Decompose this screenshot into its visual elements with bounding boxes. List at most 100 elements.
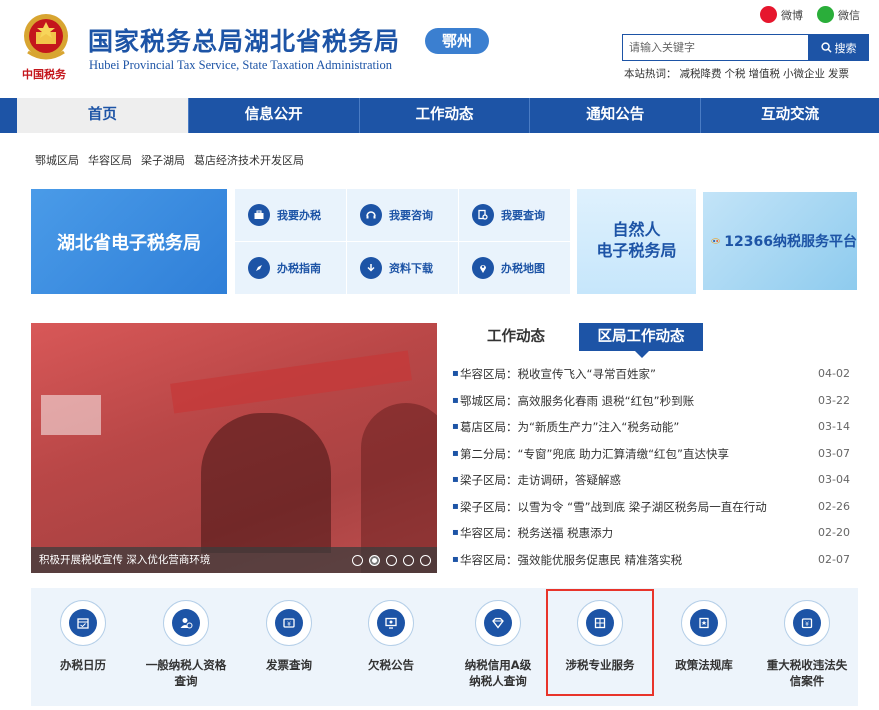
diamond-icon [484, 609, 512, 637]
site-header: 中国税务 国家税务总局湖北省税务局 Hubei Provincial Tax S… [0, 0, 879, 98]
hotline-logo-icon [711, 238, 721, 244]
news-title[interactable]: 梁子区局：以雪为令 “雪”战到底 梁子湖区税务局一直在行动 [460, 494, 816, 521]
slide-dot[interactable] [386, 555, 397, 566]
hotword[interactable]: 发票 [828, 68, 849, 80]
hotword[interactable]: 个税 [725, 68, 746, 80]
district-link[interactable]: 鄂城区局 [35, 152, 79, 168]
bullet-icon: ▪ [452, 553, 459, 565]
hotwords-label: 本站热词： [624, 68, 677, 80]
bullet-icon: ▪ [452, 474, 459, 485]
news-title[interactable]: 第二分局：“专窗”兜底 助力汇算清缴“红包”直达快享 [460, 441, 816, 468]
hotline-label: 12366纳税服务平台 [724, 234, 857, 250]
search-doc-icon [472, 204, 494, 226]
news-list: ▪ 华容区局：税收宣传飞入“寻常百姓家” 04-02 ▪ 鄂城区局：高效服务化春雨 退… [452, 361, 850, 573]
quick-label: 我要咨询 [389, 209, 433, 222]
slide-dot-active[interactable] [369, 555, 380, 566]
slide-pagination [352, 555, 431, 566]
quick-label: 资料下载 [389, 262, 433, 275]
service-label: 重大税收违法失信案件 [766, 658, 848, 688]
news-item[interactable]: ▪ 鄂城区局：高效服务化春雨 退税“红包”秒到账 03-22 [452, 388, 850, 415]
service-invoice-query[interactable]: ¥ 发票查询 [235, 600, 343, 673]
quick-do-tax[interactable]: 我要办税 [235, 189, 346, 241]
service-circle: ¥ [784, 600, 830, 646]
service-circle [163, 600, 209, 646]
quick-guide[interactable]: 办税指南 [235, 242, 346, 294]
service-general-taxpayer[interactable]: 一般纳税人资格查询 [129, 600, 243, 689]
compass-icon [248, 257, 270, 279]
personal-etax-line2: 电子税务局 [596, 241, 677, 260]
news-title[interactable]: 梁子区局：走访调研，答疑解惑 [460, 467, 816, 494]
bullet-icon: ▪ [452, 500, 459, 512]
news-item[interactable]: ▪ 华容区局：强效能优服务促惠民 精准落实税 02-07 [452, 547, 850, 574]
news-title[interactable]: 葛店区局：为“新质生产力”注入“税务动能” [460, 414, 816, 441]
calendar-icon [69, 609, 97, 637]
news-title[interactable]: 华容区局：强效能优服务促惠民 精准落实税 [460, 547, 816, 574]
tax-emblem-icon [24, 14, 68, 60]
news-title[interactable]: 华容区局：税务送福 税惠添力 [460, 520, 816, 547]
news-item[interactable]: ▪ 华容区局：税收宣传飞入“寻常百姓家” 04-02 [452, 361, 850, 388]
news-slideshow[interactable]: 积极开展税收宣传 深入优化营商环境 [31, 323, 437, 573]
news-item[interactable]: ▪ 葛店区局：为“新质生产力”注入“税务动能” 03-14 [452, 414, 850, 441]
news-item[interactable]: ▪ 梁子区局：以雪为令 “雪”战到底 梁子湖区税务局一直在行动 02-26 [452, 494, 850, 521]
tab-work-news[interactable]: 工作动态 [458, 323, 574, 351]
search-icon [820, 42, 832, 53]
quick-label: 办税地图 [501, 262, 545, 275]
slide-dot[interactable] [352, 555, 363, 566]
quick-service-grid: 我要办税 我要咨询 我要查询 办税指南 资料下载 办税地图 [235, 189, 571, 294]
quick-download[interactable]: 资料下载 [347, 242, 458, 294]
nav-home[interactable]: 首页 [17, 98, 188, 133]
search-button[interactable]: 搜索 [808, 34, 869, 61]
nav-notice[interactable]: 通知公告 [529, 98, 700, 133]
service-tax-calendar[interactable]: 办税日历 [29, 600, 137, 673]
news-item[interactable]: ▪ 梁子区局：走访调研，答疑解惑 03-04 [452, 467, 850, 494]
news-date: 03-14 [818, 420, 850, 433]
news-title[interactable]: 华容区局：税收宣传飞入“寻常百姓家” [460, 361, 816, 388]
etax-portal-link[interactable]: 湖北省电子税务局 [31, 189, 227, 294]
district-link[interactable]: 葛店经济技术开发区局 [194, 152, 304, 168]
headset-icon [360, 204, 382, 226]
news-item[interactable]: ▪ 华容区局：税务送福 税惠添力 02-20 [452, 520, 850, 547]
hotword[interactable]: 小微企业 [783, 68, 825, 80]
quick-consult[interactable]: 我要咨询 [347, 189, 458, 241]
nav-info[interactable]: 信息公开 [187, 98, 359, 133]
hotword[interactable]: 增值税 [749, 68, 781, 80]
service-policy-library[interactable]: 政策法规库 [650, 600, 758, 673]
site-title[interactable]: 国家税务总局湖北省税务局 [88, 22, 400, 58]
quick-query[interactable]: 我要查询 [459, 189, 570, 241]
service-circle [475, 600, 521, 646]
wechat-label: 微信 [838, 8, 860, 22]
nav-work[interactable]: 工作动态 [358, 98, 530, 133]
district-link[interactable]: 华容区局 [88, 152, 132, 168]
weibo-icon [760, 6, 777, 23]
service-label: 发票查询 [266, 658, 312, 672]
main-nav: 首页 信息公开 工作动态 通知公告 互动交流 [0, 98, 879, 133]
hotline-12366-link[interactable]: 12366纳税服务平台 [703, 192, 857, 290]
quick-map[interactable]: 办税地图 [459, 242, 570, 294]
bullet-icon: ▪ [452, 368, 459, 379]
news-item[interactable]: ▪ 第二分局：“专窗”兜底 助力汇算清缴“红包”直达快享 03-07 [452, 441, 850, 468]
taxpayer-icon [172, 609, 200, 637]
service-label: 一般纳税人资格查询 [145, 658, 227, 688]
slide-dot[interactable] [403, 555, 414, 566]
news-date: 04-02 [818, 367, 850, 380]
monitor-icon [377, 609, 405, 637]
service-circle: ¥ [266, 600, 312, 646]
service-label: 政策法规库 [675, 658, 733, 672]
nav-interact[interactable]: 互动交流 [700, 98, 879, 133]
hotword[interactable]: 减税降费 [680, 68, 722, 80]
slide-dot[interactable] [420, 555, 431, 566]
news-title[interactable]: 鄂城区局：高效服务化春雨 退税“红包”秒到账 [460, 388, 816, 415]
service-major-violations[interactable]: ¥ 重大税收违法失信案件 [753, 600, 861, 689]
service-circle [368, 600, 414, 646]
personal-etax-link[interactable]: 自然人 电子税务局 [577, 189, 696, 294]
service-credit-a-query[interactable]: 纳税信用A级纳税人查询 [442, 600, 554, 689]
tab-district-news[interactable]: 区局工作动态 [579, 323, 703, 358]
search-button-label: 搜索 [834, 41, 857, 55]
news-date: 03-07 [818, 446, 850, 460]
weibo-share[interactable]: 微博 [760, 6, 803, 23]
wechat-share[interactable]: 微信 [817, 6, 860, 23]
district-link[interactable]: 梁子湖局 [141, 152, 185, 168]
search-input[interactable]: 请输入关键字 [622, 34, 808, 61]
bullet-icon: ▪ [452, 421, 459, 432]
service-tax-arrears[interactable]: 欠税公告 [337, 600, 445, 673]
